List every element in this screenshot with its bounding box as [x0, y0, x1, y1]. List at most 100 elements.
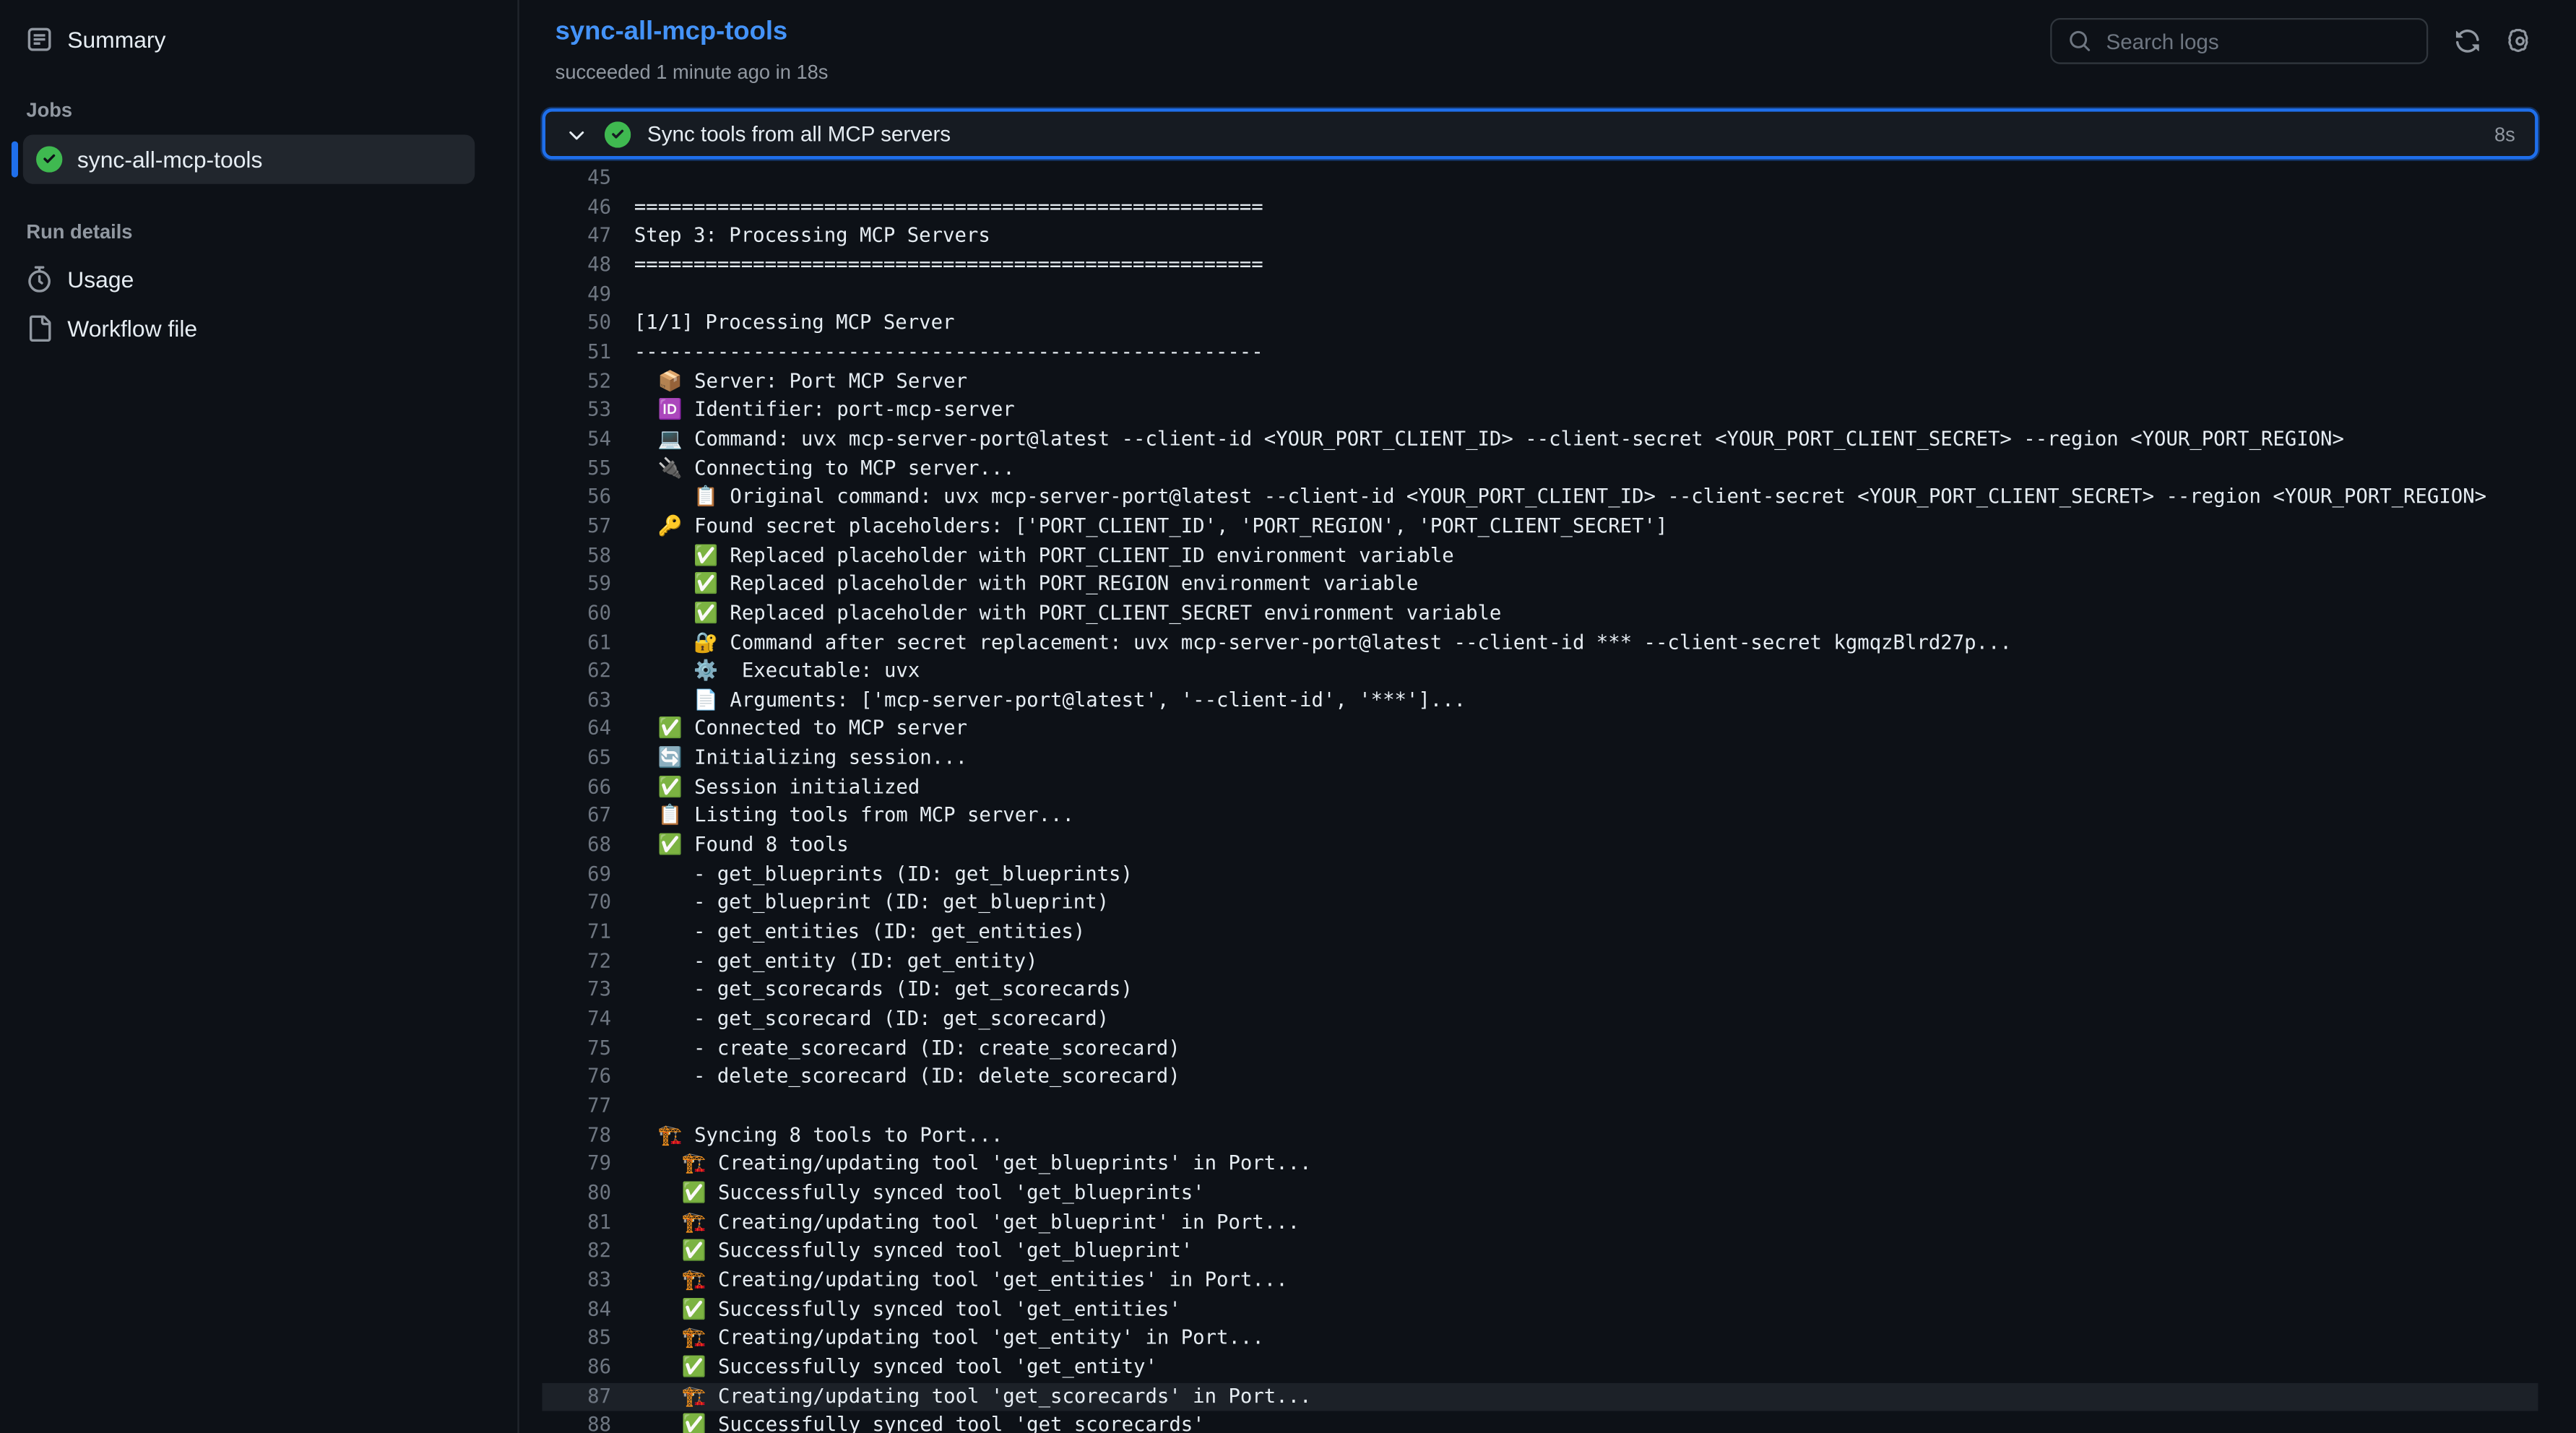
log-line[interactable]: 72 - get_entity (ID: get_entity) — [542, 948, 2538, 977]
log-line[interactable]: 84 ✅ Successfully synced tool 'get_entit… — [542, 1295, 2538, 1324]
log-line[interactable]: 57 🔑 Found secret placeholders: ['PORT_C… — [542, 512, 2538, 541]
log-line-number[interactable]: 56 — [542, 483, 611, 512]
log-line[interactable]: 52 📦 Server: Port MCP Server — [542, 367, 2538, 396]
log-line[interactable]: 59 ✅ Replaced placeholder with PORT_REGI… — [542, 571, 2538, 599]
log-line-number[interactable]: 48 — [542, 251, 611, 280]
log-line-number[interactable]: 73 — [542, 977, 611, 1005]
sidebar-item-workflow-file[interactable]: Workflow file — [26, 306, 491, 352]
log-line[interactable]: 77 — [542, 1092, 2538, 1121]
log-line[interactable]: 62 ⚙️ Executable: uvx — [542, 657, 2538, 686]
log-line-number[interactable]: 78 — [542, 1121, 611, 1150]
log-line[interactable]: 73 - get_scorecards (ID: get_scorecards) — [542, 977, 2538, 1005]
search-input[interactable] — [2103, 27, 2410, 56]
log-line-number[interactable]: 68 — [542, 831, 611, 860]
log-line[interactable]: 53 🆔 Identifier: port-mcp-server — [542, 397, 2538, 425]
log-line-number[interactable]: 51 — [542, 338, 611, 367]
sidebar-item-usage[interactable]: Usage — [26, 256, 491, 303]
refresh-button[interactable] — [2455, 28, 2481, 54]
log-line-number[interactable]: 86 — [542, 1354, 611, 1382]
log-line-number[interactable]: 74 — [542, 1005, 611, 1034]
log-line-number[interactable]: 50 — [542, 309, 611, 338]
log-line[interactable]: 61 🔐 Command after secret replacement: u… — [542, 628, 2538, 657]
sidebar-item-summary[interactable]: Summary — [26, 17, 491, 63]
log-line[interactable]: 63 📄 Arguments: ['mcp-server-port@latest… — [542, 686, 2538, 715]
log-line[interactable]: 50[1/1] Processing MCP Server — [542, 309, 2538, 338]
log-line[interactable]: 70 - get_blueprint (ID: get_blueprint) — [542, 889, 2538, 918]
log-line[interactable]: 80 ✅ Successfully synced tool 'get_bluep… — [542, 1179, 2538, 1208]
log-line-number[interactable]: 54 — [542, 425, 611, 454]
log-line[interactable]: 81 🏗️ Creating/updating tool 'get_bluepr… — [542, 1208, 2538, 1237]
log-line-number[interactable]: 66 — [542, 774, 611, 802]
step-group-header[interactable]: Sync tools from all MCP servers 8s — [542, 108, 2538, 160]
log-line-number[interactable]: 79 — [542, 1151, 611, 1179]
log-line[interactable]: 86 ✅ Successfully synced tool 'get_entit… — [542, 1354, 2538, 1382]
log-line[interactable]: 66 ✅ Session initialized — [542, 774, 2538, 802]
log-line[interactable]: 54 💻 Command: uvx mcp-server-port@latest… — [542, 425, 2538, 454]
log-line-number[interactable]: 77 — [542, 1092, 611, 1121]
log-line-number[interactable]: 87 — [542, 1382, 611, 1411]
log-line-number[interactable]: 72 — [542, 948, 611, 977]
summary-icon — [26, 26, 52, 52]
log-line[interactable]: 82 ✅ Successfully synced tool 'get_bluep… — [542, 1237, 2538, 1266]
log-line[interactable]: 75 - create_scorecard (ID: create_scorec… — [542, 1034, 2538, 1063]
log-line-number[interactable]: 88 — [542, 1411, 611, 1433]
log-line-number[interactable]: 63 — [542, 686, 611, 715]
log-line[interactable]: 46======================================… — [542, 194, 2538, 222]
log-line-number[interactable]: 71 — [542, 918, 611, 947]
log-line[interactable]: 56 📋 Original command: uvx mcp-server-po… — [542, 483, 2538, 512]
log-line-number[interactable]: 62 — [542, 657, 611, 686]
log-line[interactable]: 69 - get_blueprints (ID: get_blueprints) — [542, 860, 2538, 889]
log-line[interactable]: 85 🏗️ Creating/updating tool 'get_entity… — [542, 1325, 2538, 1354]
log-line-number[interactable]: 45 — [542, 164, 611, 193]
log-line[interactable]: 68 ✅ Found 8 tools — [542, 831, 2538, 860]
log-line[interactable]: 45 — [542, 164, 2538, 193]
log-line-number[interactable]: 65 — [542, 744, 611, 773]
log-line-number[interactable]: 47 — [542, 222, 611, 251]
log-line-number[interactable]: 76 — [542, 1063, 611, 1092]
log-line[interactable]: 55 🔌 Connecting to MCP server... — [542, 454, 2538, 483]
log-line[interactable]: 87 🏗️ Creating/updating tool 'get_scorec… — [542, 1382, 2538, 1411]
log-line[interactable]: 64 ✅ Connected to MCP server — [542, 715, 2538, 744]
settings-button[interactable] — [2507, 28, 2533, 54]
log-line[interactable]: 60 ✅ Replaced placeholder with PORT_CLIE… — [542, 599, 2538, 628]
log-line-number[interactable]: 59 — [542, 571, 611, 599]
log-line-number[interactable]: 53 — [542, 397, 611, 425]
log-line-number[interactable]: 58 — [542, 541, 611, 570]
sidebar-item-job-sync-all-mcp-tools[interactable]: sync-all-mcp-tools — [23, 134, 475, 183]
log-line-number[interactable]: 83 — [542, 1266, 611, 1295]
log-line-number[interactable]: 46 — [542, 194, 611, 222]
log-line[interactable]: 79 🏗️ Creating/updating tool 'get_bluepr… — [542, 1151, 2538, 1179]
log-line[interactable]: 76 - delete_scorecard (ID: delete_scorec… — [542, 1063, 2538, 1092]
log-line-number[interactable]: 55 — [542, 454, 611, 483]
log-line-text: 💻 Command: uvx mcp-server-port@latest --… — [634, 425, 2344, 454]
log-line-number[interactable]: 49 — [542, 280, 611, 309]
log-line[interactable]: 65 🔄 Initializing session... — [542, 744, 2538, 773]
log-line[interactable]: 67 📋 Listing tools from MCP server... — [542, 802, 2538, 831]
log-line-number[interactable]: 75 — [542, 1034, 611, 1063]
log-line-number[interactable]: 70 — [542, 889, 611, 918]
search-box — [2050, 18, 2428, 64]
log-line-number[interactable]: 57 — [542, 512, 611, 541]
log-line-number[interactable]: 67 — [542, 802, 611, 831]
log-line[interactable]: 47Step 3: Processing MCP Servers — [542, 222, 2538, 251]
log-line-number[interactable]: 82 — [542, 1237, 611, 1266]
log-line-number[interactable]: 80 — [542, 1179, 611, 1208]
log-line[interactable]: 49 — [542, 280, 2538, 309]
log-line-number[interactable]: 60 — [542, 599, 611, 628]
log-line[interactable]: 71 - get_entities (ID: get_entities) — [542, 918, 2538, 947]
log-line[interactable]: 51 --------------------------------------… — [542, 338, 2538, 367]
log-line-number[interactable]: 85 — [542, 1325, 611, 1354]
log-line-number[interactable]: 84 — [542, 1295, 611, 1324]
log-line-text: ----------------------------------------… — [634, 338, 1263, 367]
log-line[interactable]: 74 - get_scorecard (ID: get_scorecard) — [542, 1005, 2538, 1034]
log-line[interactable]: 78 🏗️ Syncing 8 tools to Port... — [542, 1121, 2538, 1150]
log-line[interactable]: 88 ✅ Successfully synced tool 'get_score… — [542, 1411, 2538, 1433]
log-line-number[interactable]: 64 — [542, 715, 611, 744]
log-line-number[interactable]: 61 — [542, 628, 611, 657]
log-line[interactable]: 83 🏗️ Creating/updating tool 'get_entiti… — [542, 1266, 2538, 1295]
log-line[interactable]: 48======================================… — [542, 251, 2538, 280]
log-line-number[interactable]: 69 — [542, 860, 611, 889]
log-line-number[interactable]: 52 — [542, 367, 611, 396]
log-line-number[interactable]: 81 — [542, 1208, 611, 1237]
log-line[interactable]: 58 ✅ Replaced placeholder with PORT_CLIE… — [542, 541, 2538, 570]
